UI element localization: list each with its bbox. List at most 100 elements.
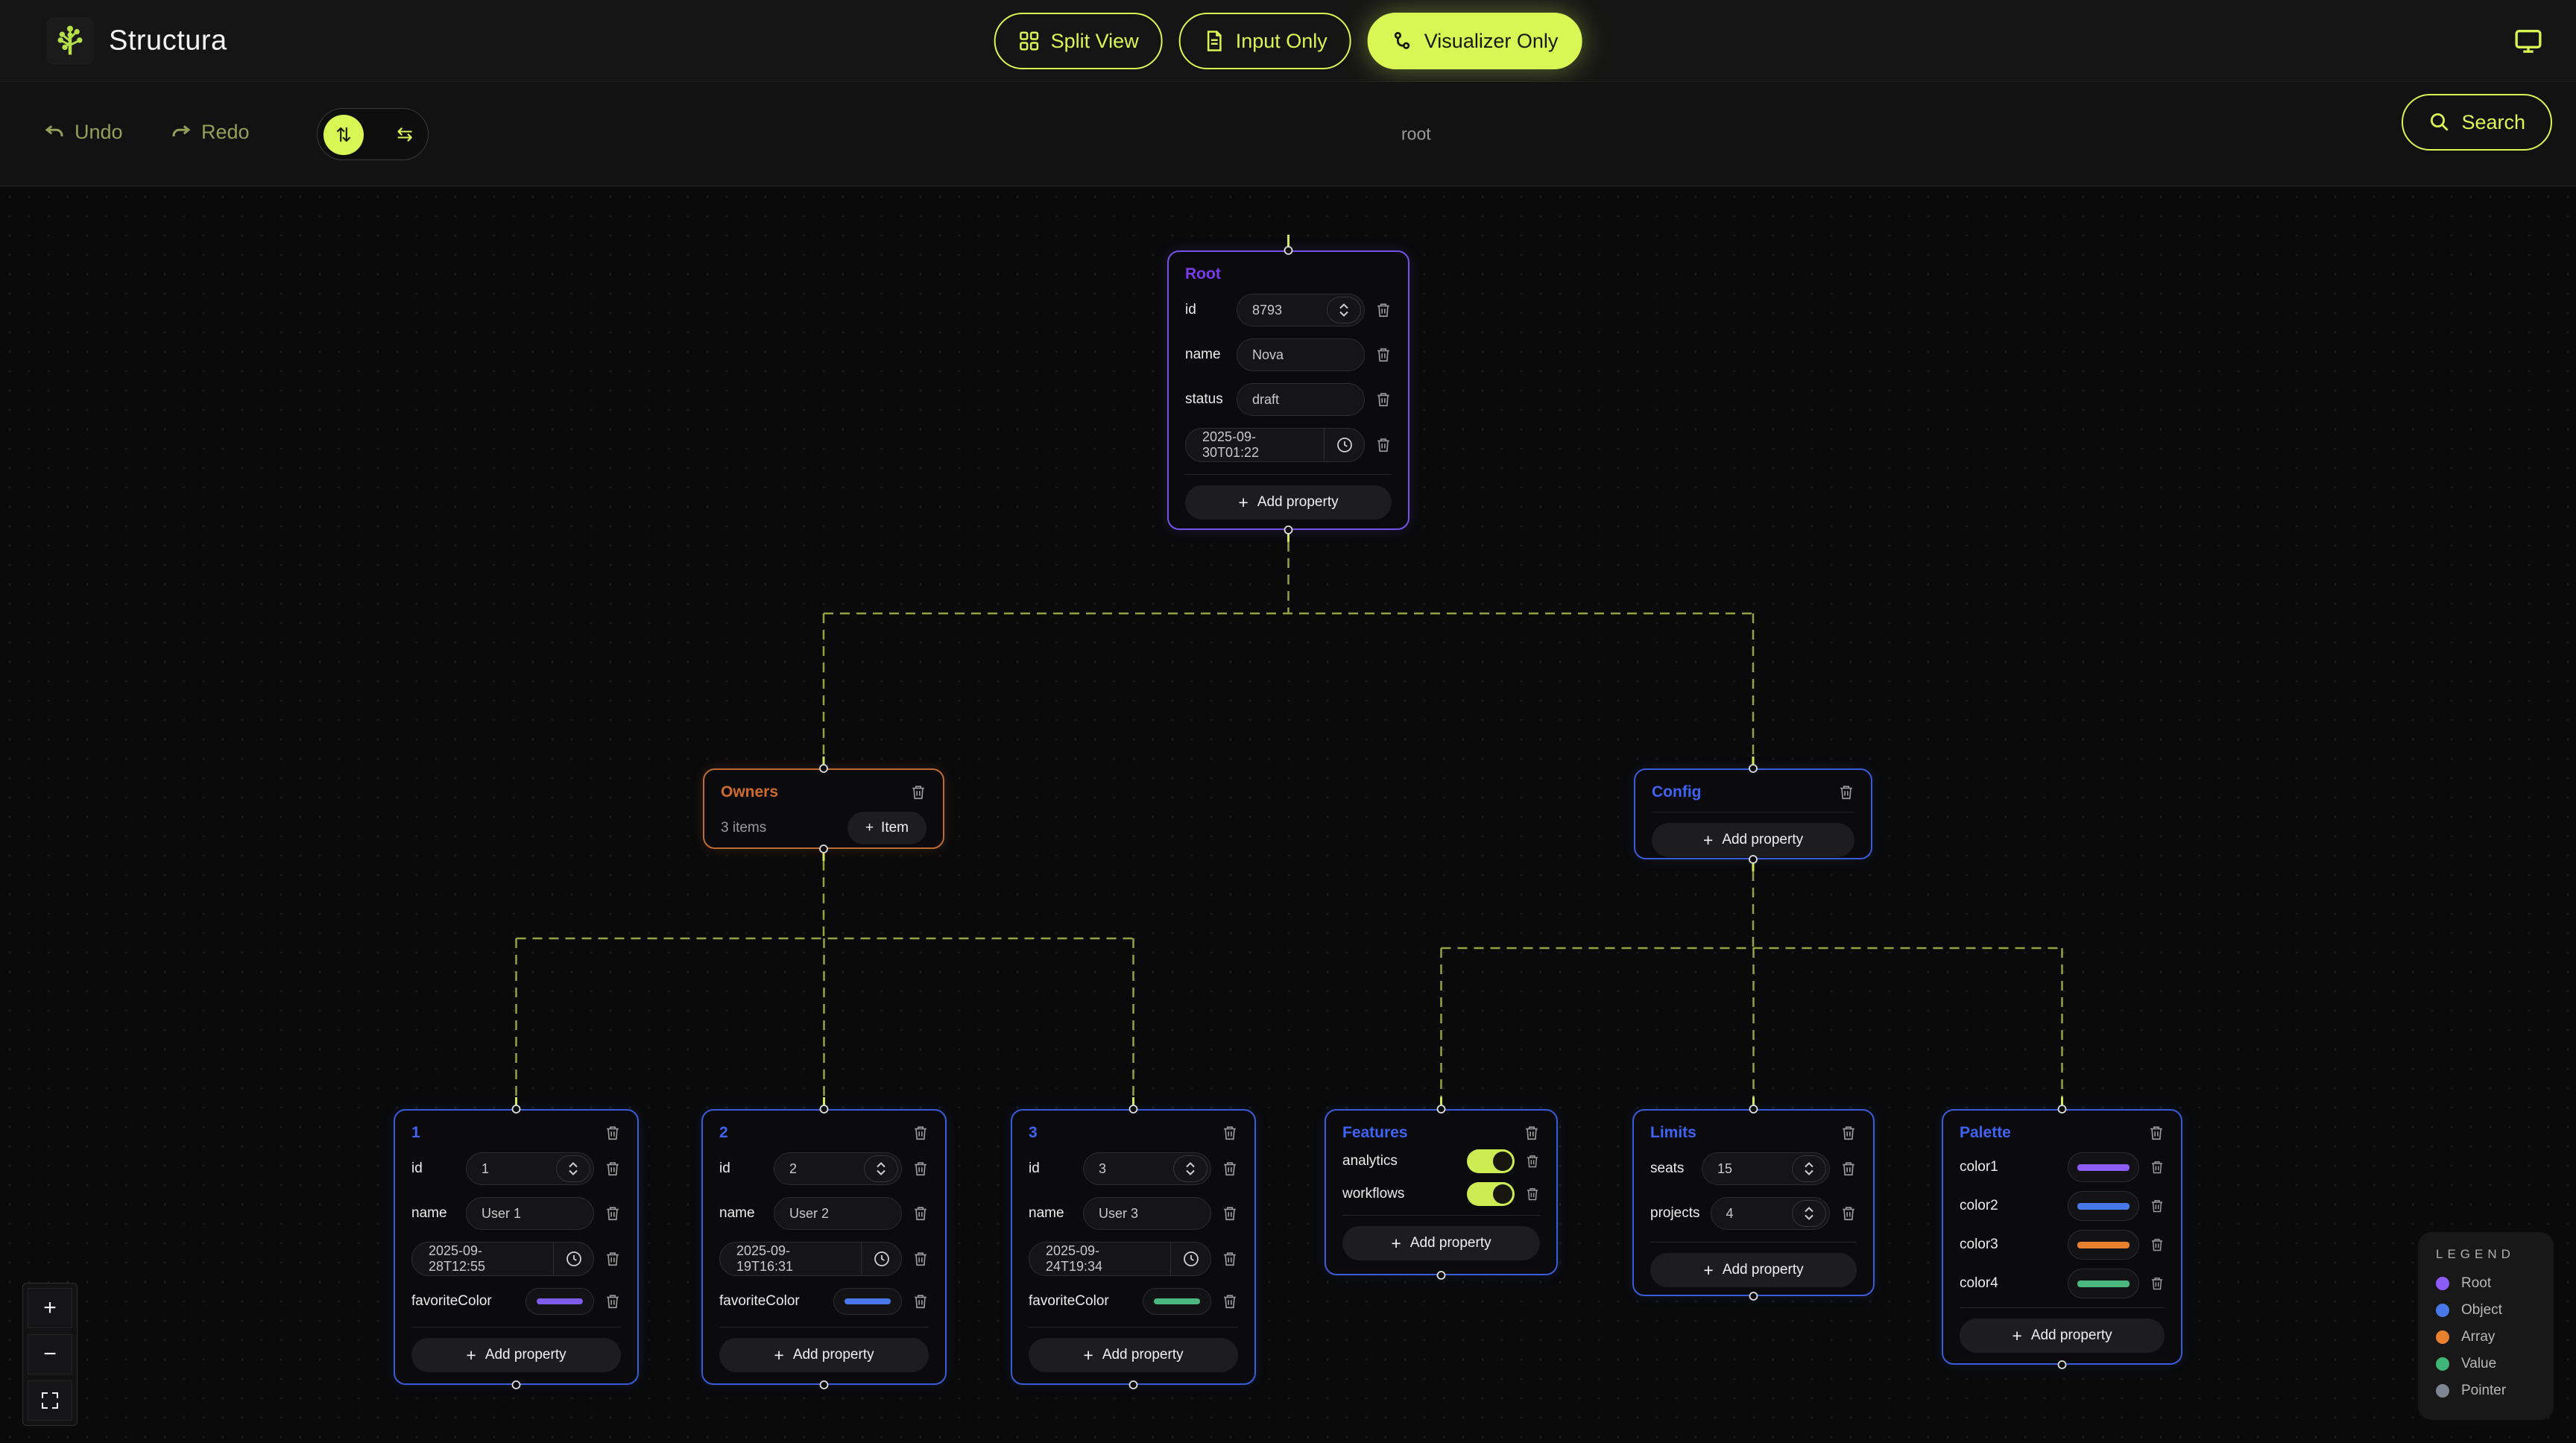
stepper-control[interactable] — [1173, 1155, 1208, 1182]
datetime-input[interactable]: 2025-09-28T12:55 — [411, 1242, 594, 1276]
horizontal-layout-button[interactable]: ⇆ — [397, 123, 413, 146]
node-palette[interactable]: Palette color1 color2 color3 — [1942, 1109, 2182, 1365]
color-input[interactable] — [525, 1288, 594, 1315]
stepper-control[interactable] — [864, 1155, 898, 1182]
color-input[interactable] — [2068, 1152, 2139, 1182]
color-input[interactable] — [2068, 1269, 2139, 1298]
datetime-input[interactable]: 2025-09-30T01:22 — [1185, 428, 1365, 462]
fit-view-button[interactable] — [28, 1380, 72, 1421]
zoom-in-button[interactable]: + — [28, 1288, 72, 1328]
monitor-icon[interactable] — [2513, 26, 2543, 56]
delete-field-button[interactable] — [604, 1161, 621, 1177]
clock-button[interactable] — [553, 1243, 593, 1275]
clock-button[interactable] — [1170, 1243, 1210, 1275]
split-view-button[interactable]: Split View — [994, 13, 1163, 69]
delete-field-button[interactable] — [1222, 1205, 1238, 1222]
add-property-button[interactable]: +Add property — [1960, 1319, 2165, 1353]
delete-field-button[interactable] — [1525, 1187, 1540, 1202]
add-property-button[interactable]: +Add property — [719, 1338, 929, 1372]
color-input[interactable] — [2068, 1191, 2139, 1221]
delete-field-button[interactable] — [1375, 437, 1392, 453]
delete-node-button[interactable] — [910, 784, 926, 801]
delete-node-button[interactable] — [604, 1125, 621, 1141]
text-input[interactable]: User 1 — [466, 1197, 594, 1230]
zoom-out-button[interactable]: − — [28, 1334, 72, 1374]
number-input[interactable]: 2 — [774, 1152, 902, 1185]
add-item-button[interactable]: +Item — [847, 812, 926, 844]
datetime-input[interactable]: 2025-09-19T16:31 — [719, 1242, 902, 1276]
delete-field-button[interactable] — [912, 1205, 929, 1222]
delete-field-button[interactable] — [604, 1205, 621, 1222]
delete-field-button[interactable] — [604, 1251, 621, 1267]
color-input[interactable] — [2068, 1230, 2139, 1260]
delete-field-button[interactable] — [1222, 1161, 1238, 1177]
number-input[interactable]: 4 — [1711, 1197, 1830, 1230]
visualizer-canvas[interactable]: Root id 8793 name Nova status dr — [0, 187, 2576, 1443]
add-property-button[interactable]: +Add property — [1185, 485, 1392, 520]
add-property-button[interactable]: +Add property — [1650, 1253, 1857, 1287]
delete-node-button[interactable] — [2148, 1125, 2165, 1141]
delete-field-button[interactable] — [1840, 1205, 1857, 1222]
stepper-control[interactable] — [1792, 1155, 1826, 1182]
delete-node-button[interactable] — [1524, 1125, 1540, 1141]
pointer-color-dot — [2436, 1384, 2449, 1398]
stepper-control[interactable] — [1792, 1200, 1826, 1227]
text-input[interactable]: Nova — [1237, 338, 1365, 371]
node-config[interactable]: Config +Add property — [1634, 768, 1872, 859]
delete-field-button[interactable] — [1222, 1251, 1238, 1267]
workflows-toggle[interactable] — [1467, 1182, 1515, 1206]
node-item-2[interactable]: 2 id 2 name User 2 — [701, 1109, 947, 1385]
add-property-button[interactable]: +Add property — [1029, 1338, 1238, 1372]
datetime-input[interactable]: 2025-09-24T19:34 — [1029, 1242, 1211, 1276]
node-owners[interactable]: Owners 3 items +Item — [703, 768, 944, 849]
delete-node-button[interactable] — [912, 1125, 929, 1141]
node-features[interactable]: Features analytics workflows +Add proper… — [1325, 1109, 1558, 1275]
stepper-control[interactable] — [556, 1155, 590, 1182]
undo-button[interactable]: Undo — [43, 121, 123, 144]
color-input[interactable] — [1143, 1288, 1211, 1315]
text-input[interactable]: draft — [1237, 383, 1365, 416]
add-property-button[interactable]: +Add property — [411, 1338, 621, 1372]
add-property-button[interactable]: +Add property — [1652, 823, 1854, 857]
delete-field-button[interactable] — [604, 1293, 621, 1310]
number-input[interactable]: 3 — [1083, 1152, 1211, 1185]
delete-field-button[interactable] — [1840, 1161, 1857, 1177]
node-item-3[interactable]: 3 id 3 name User 3 — [1011, 1109, 1256, 1385]
delete-field-button[interactable] — [1375, 302, 1392, 318]
input-only-button[interactable]: Input Only — [1179, 13, 1351, 69]
delete-field-button[interactable] — [2150, 1160, 2165, 1175]
text-input[interactable]: User 2 — [774, 1197, 902, 1230]
delete-field-button[interactable] — [912, 1293, 929, 1310]
delete-field-button[interactable] — [1375, 391, 1392, 408]
delete-field-button[interactable] — [1525, 1154, 1540, 1169]
delete-field-button[interactable] — [2150, 1237, 2165, 1252]
add-property-button[interactable]: +Add property — [1342, 1226, 1540, 1260]
number-input[interactable]: 15 — [1702, 1152, 1830, 1185]
number-input[interactable]: 1 — [466, 1152, 594, 1185]
node-root[interactable]: Root id 8793 name Nova status dr — [1167, 250, 1409, 530]
node-item-1[interactable]: 1 id 1 name User 1 — [394, 1109, 639, 1385]
node-limits[interactable]: Limits seats 15 projects 4 — [1632, 1109, 1875, 1296]
delete-node-button[interactable] — [1838, 784, 1854, 801]
stepper-control[interactable] — [1327, 297, 1361, 323]
clock-button[interactable] — [861, 1243, 901, 1275]
search-button[interactable]: Search — [2402, 94, 2552, 151]
text-input[interactable]: User 3 — [1083, 1197, 1211, 1230]
fit-view-icon — [42, 1392, 58, 1409]
delete-node-button[interactable] — [1840, 1125, 1857, 1141]
delete-field-button[interactable] — [2150, 1276, 2165, 1291]
delete-node-button[interactable] — [1222, 1125, 1238, 1141]
delete-field-button[interactable] — [1375, 347, 1392, 363]
delete-field-button[interactable] — [2150, 1199, 2165, 1213]
vertical-layout-button[interactable]: ⇅ — [323, 115, 364, 155]
delete-field-button[interactable] — [912, 1251, 929, 1267]
field-label: id — [411, 1161, 455, 1177]
redo-button[interactable]: Redo — [170, 121, 250, 144]
number-input[interactable]: 8793 — [1237, 294, 1365, 326]
delete-field-button[interactable] — [1222, 1293, 1238, 1310]
color-input[interactable] — [833, 1288, 902, 1315]
visualizer-only-button[interactable]: Visualizer Only — [1368, 13, 1582, 69]
clock-button[interactable] — [1324, 429, 1364, 461]
delete-field-button[interactable] — [912, 1161, 929, 1177]
analytics-toggle[interactable] — [1467, 1149, 1515, 1173]
